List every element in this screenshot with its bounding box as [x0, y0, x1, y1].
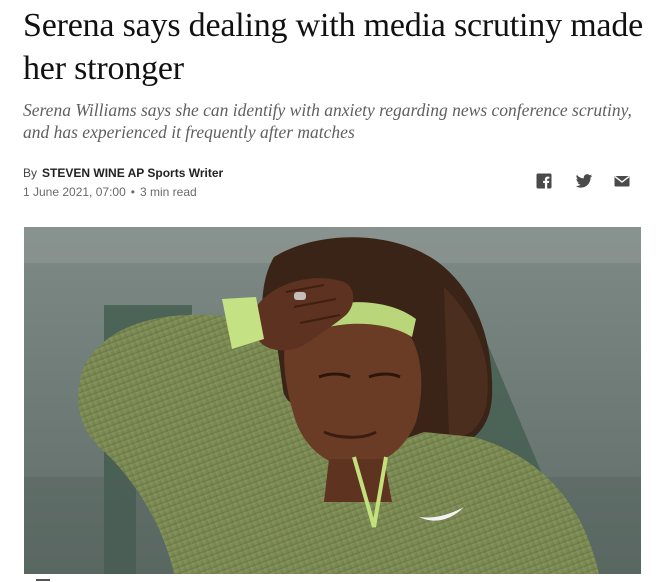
article-standfirst: Serena Williams says she can identify wi… — [23, 100, 632, 142]
twitter-icon[interactable] — [575, 172, 593, 190]
publish-date: 1 June 2021, 07:00 — [23, 185, 126, 199]
dateline-separator: • — [130, 185, 135, 199]
article: Serena says dealing with media scrutiny … — [0, 0, 660, 582]
article-headline: Serena says dealing with media scrutiny … — [23, 7, 644, 87]
dateline: 1 June 2021, 07:00 • 3 min read — [23, 184, 197, 200]
caption-stub — [24, 577, 64, 582]
author-link[interactable]: STEVEN WINE AP Sports Writer — [42, 166, 223, 180]
share-bar — [535, 172, 635, 192]
hero-photo — [24, 227, 641, 574]
read-time: 3 min read — [139, 185, 197, 199]
byline-prefix: By — [23, 166, 38, 180]
email-icon[interactable] — [613, 172, 631, 190]
tennis-player-photo — [24, 227, 641, 574]
byline: By STEVEN WINE AP Sports Writer — [23, 165, 223, 181]
facebook-icon[interactable] — [535, 172, 553, 190]
